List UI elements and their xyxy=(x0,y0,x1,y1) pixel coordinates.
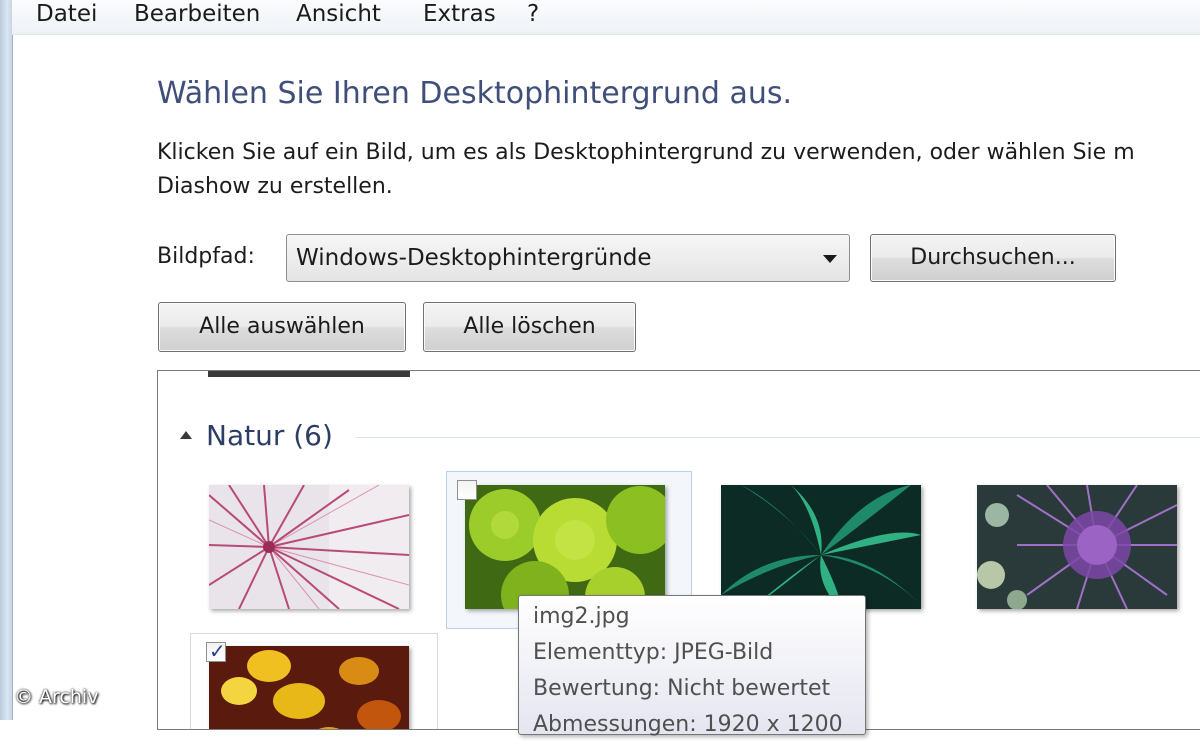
collapse-triangle-icon[interactable] xyxy=(180,431,192,439)
instruction-line-1: Klicken Sie auf ein Bild, um es als Desk… xyxy=(157,140,1135,165)
tooltip-type: Elementtyp: JPEG-Bild xyxy=(533,640,774,665)
teal-leaves-image[interactable] xyxy=(721,485,921,609)
picture-path-dropdown[interactable]: Windows-Desktophintergründe xyxy=(286,234,850,282)
group-title[interactable]: Natur (6) xyxy=(206,419,333,452)
thumbnail-4[interactable] xyxy=(960,471,1190,621)
menu-bar: Datei Bearbeiten Ansicht Extras ? xyxy=(12,0,1200,35)
tooltip-dimensions: Abmessungen: 1920 x 1200 xyxy=(533,712,843,737)
menu-file[interactable]: Datei xyxy=(32,0,101,30)
picture-path-label: Bildpfad: xyxy=(157,244,255,269)
tooltip-filename: img2.jpg xyxy=(533,604,630,629)
pink-radial-plant-image[interactable] xyxy=(209,485,409,609)
select-all-button[interactable]: Alle auswählen xyxy=(158,302,406,352)
checkmark-icon: ✓ xyxy=(209,639,226,663)
purple-thistle-image[interactable] xyxy=(977,485,1177,609)
browse-button[interactable]: Durchsuchen... xyxy=(870,234,1116,282)
image-info-tooltip: img2.jpg Elementtyp: JPEG-Bild Bewertung… xyxy=(518,595,866,737)
page-title: Wählen Sie Ihren Desktophintergrund aus. xyxy=(157,76,793,111)
group-divider xyxy=(356,437,1200,438)
menu-edit[interactable]: Bearbeiten xyxy=(130,0,264,30)
menu-extras[interactable]: Extras xyxy=(419,0,500,30)
thumbnail-2-checkbox[interactable] xyxy=(457,480,477,500)
thumbnail-5-checkbox[interactable]: ✓ xyxy=(206,639,226,663)
dropdown-arrow-icon[interactable] xyxy=(823,255,837,263)
copyright-watermark: © Archiv xyxy=(14,686,99,708)
thumbnail-5[interactable]: ✓ xyxy=(190,633,438,729)
instructions-text: Klicken Sie auf ein Bild, um es als Desk… xyxy=(157,136,1200,204)
instruction-line-2: Diashow zu erstellen. xyxy=(157,174,393,199)
window-left-edge xyxy=(0,0,13,720)
tooltip-rating: Bewertung: Nicht bewertet xyxy=(533,676,831,701)
clear-all-button[interactable]: Alle löschen xyxy=(423,302,636,352)
green-succulent-image[interactable] xyxy=(465,485,665,609)
menu-view[interactable]: Ansicht xyxy=(292,0,385,30)
autumn-leaves-image[interactable] xyxy=(209,646,409,729)
thumbnail-1[interactable] xyxy=(192,471,422,621)
picture-path-value: Windows-Desktophintergründe xyxy=(296,245,652,271)
previous-thumbnail-edge xyxy=(208,371,410,377)
menu-help[interactable]: ? xyxy=(523,0,543,30)
